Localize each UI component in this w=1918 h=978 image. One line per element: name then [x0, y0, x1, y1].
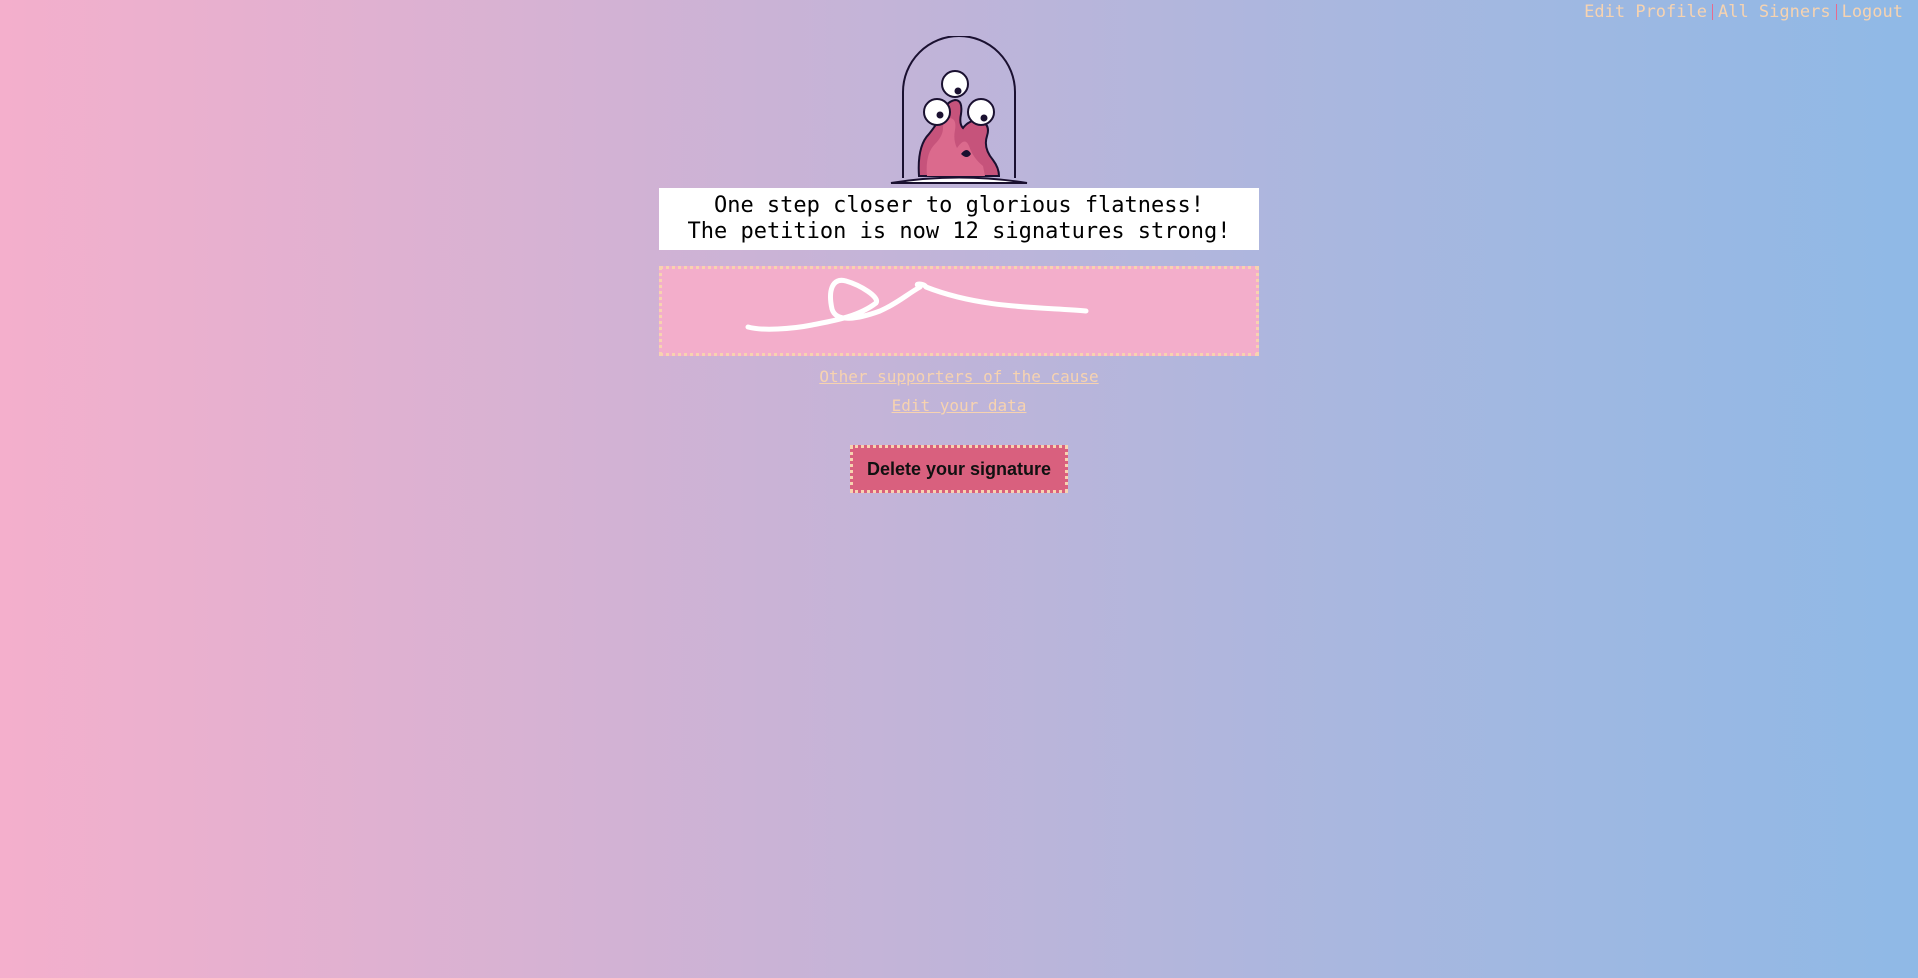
alien-in-jar-icon — [890, 36, 1028, 184]
success-message: One step closer to glorious flatness! Th… — [659, 188, 1259, 250]
signature-image — [659, 266, 1259, 356]
message-line-2: The petition is now 12 signatures strong… — [687, 219, 1231, 244]
edit-data-link[interactable]: Edit your data — [892, 396, 1027, 415]
main-content: One step closer to glorious flatness! Th… — [0, 0, 1918, 493]
delete-signature-button[interactable]: Delete your signature — [850, 445, 1068, 493]
other-supporters-link[interactable]: Other supporters of the cause — [819, 367, 1098, 386]
message-line-1: One step closer to glorious flatness! — [713, 193, 1205, 218]
signature-drawing — [745, 277, 1089, 332]
